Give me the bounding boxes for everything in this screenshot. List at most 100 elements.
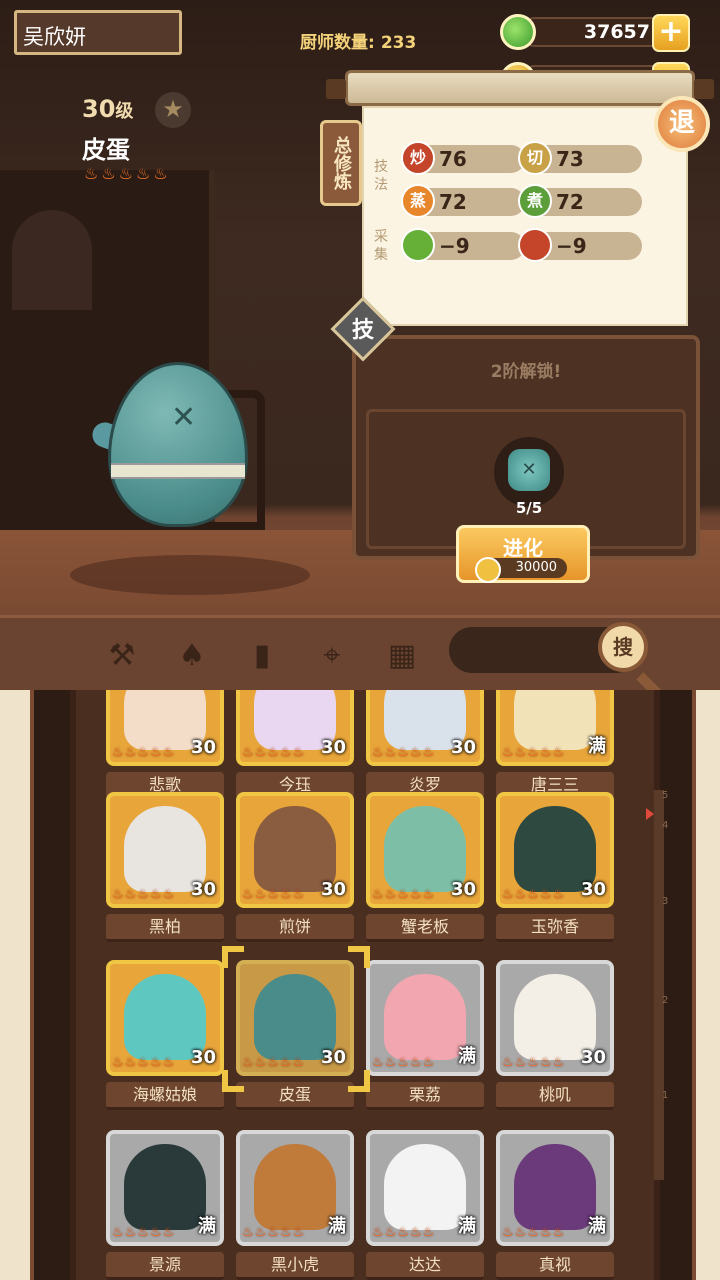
- token-count: 5/5: [515, 499, 543, 517]
- player-name[interactable]: 吴欣妍: [14, 10, 182, 55]
- ruler-pointer: [646, 808, 654, 820]
- add-jade-button[interactable]: +: [652, 14, 690, 52]
- chef-card[interactable]: ♨♨♨♨♨ 满景源: [106, 1130, 224, 1280]
- location-pin-icon[interactable]: ⌖: [312, 636, 352, 676]
- chef-portrait-frame: ♨♨♨♨♨ 满: [106, 1130, 224, 1246]
- selection-corner: [348, 1070, 370, 1092]
- stat-value: 76: [439, 147, 467, 171]
- chef-card-name: 栗荔: [366, 1082, 484, 1110]
- chef-portrait: [384, 1144, 466, 1230]
- shovel-icon[interactable]: ♠: [172, 636, 212, 676]
- rarity-flames: ♨♨♨♨♨: [242, 1055, 306, 1070]
- chef-portrait-frame: ♨♨♨♨♨ 30: [236, 960, 354, 1076]
- chef-card-name: 黑柏: [106, 914, 224, 942]
- chef-portrait-frame: ♨♨♨♨♨ 30: [106, 960, 224, 1076]
- skill-badge[interactable]: 技: [340, 312, 386, 344]
- chef-card[interactable]: ♨♨♨♨♨ 30 煎饼: [236, 792, 354, 942]
- chef-card[interactable]: ♨♨♨♨♨ 满真视: [496, 1130, 614, 1280]
- right-paper-wall: [692, 690, 720, 1280]
- chef-card[interactable]: ♨♨♨♨♨ 30 今珏: [236, 690, 354, 800]
- chef-level-unit: 级: [115, 101, 134, 122]
- rarity-flames: ♨♨♨♨♨: [242, 1225, 306, 1240]
- chef-card[interactable]: ♨♨♨♨♨ 30 蟹老板: [366, 792, 484, 942]
- chef-portrait-frame: ♨♨♨♨♨ 30: [236, 690, 354, 766]
- chef-card-level: 30: [450, 879, 476, 900]
- chef-card[interactable]: ♨♨♨♨♨ 30 炎罗: [366, 690, 484, 800]
- chef-card-level: 30: [580, 879, 606, 900]
- exit-button[interactable]: 退: [654, 96, 710, 152]
- chef-card[interactable]: ♨♨♨♨♨ 30 桃叽: [496, 960, 614, 1110]
- chef-count-label: 厨师数量:: [300, 33, 375, 53]
- unlock-text: 2阶解锁!: [490, 362, 562, 382]
- total-training-tag[interactable]: 总修炼: [320, 120, 362, 206]
- map-icon[interactable]: ▦: [382, 636, 422, 676]
- rarity-flames: ♨♨♨♨♨: [112, 887, 176, 902]
- chef-portrait: [514, 1144, 596, 1230]
- selection-corner: [222, 946, 244, 968]
- chef-card[interactable]: ♨♨♨♨♨ 满栗荔: [366, 960, 484, 1110]
- chef-card-level: 30: [320, 1047, 346, 1068]
- chef-card[interactable]: ♨♨♨♨♨ 30 皮蛋: [236, 960, 354, 1110]
- chef-card-level: 30: [320, 879, 346, 900]
- rarity-flames: ♨♨♨♨♨: [372, 745, 436, 760]
- chef-card-name: 景源: [106, 1252, 224, 1280]
- star-icon[interactable]: ★: [155, 92, 191, 128]
- chef-card-level: 30: [320, 737, 346, 758]
- stat-stirfry: 炒 76: [401, 141, 525, 175]
- stat-meat: −9: [518, 228, 642, 262]
- chef-portrait: [384, 974, 466, 1060]
- chef-card[interactable]: ♨♨♨♨♨ 满唐三三: [496, 690, 614, 800]
- left-paper-wall: [0, 690, 34, 1280]
- evolve-token[interactable]: ✕: [494, 437, 564, 507]
- rarity-flames: ♨♨♨♨♨: [372, 1055, 436, 1070]
- rarity-flames: ♨♨♨♨♨: [242, 745, 306, 760]
- chef-card[interactable]: ♨♨♨♨♨ 30 玉弥香: [496, 792, 614, 942]
- chef-count: 厨师数量: 233: [294, 28, 416, 53]
- chef-list[interactable]: ♨♨♨♨♨ 30 悲歌 ♨♨♨♨♨ 30 今珏 ♨♨♨♨♨ 30 炎罗 ♨♨♨♨♨ 满唐三三 ♨♨♨♨…: [70, 690, 660, 1280]
- chef-card-level: 满: [198, 1216, 216, 1237]
- spatula-icon[interactable]: ⚒: [102, 636, 142, 676]
- steam-icon: 蒸: [401, 184, 435, 218]
- stat-value: 72: [556, 190, 584, 214]
- rarity-flames: ♨♨♨♨♨: [372, 887, 436, 902]
- meat-icon: [518, 228, 552, 262]
- chef-portrait-frame: ♨♨♨♨♨ 满: [236, 1130, 354, 1246]
- chef-portrait-frame: ♨♨♨♨♨ 30: [106, 690, 224, 766]
- chef-card-level: 满: [588, 1216, 606, 1237]
- jar-icon[interactable]: ▮: [242, 636, 282, 676]
- chef-card-level: 30: [190, 1047, 216, 1068]
- evolve-button[interactable]: 进化 30000: [456, 525, 590, 583]
- character-shadow: [70, 555, 310, 595]
- chef-card-name: 煎饼: [236, 914, 354, 942]
- chef-card-name: 海螺姑娘: [106, 1082, 224, 1110]
- jade-icon: [500, 14, 536, 50]
- search-button[interactable]: 搜: [598, 622, 648, 672]
- rarity-flames: ♨♨♨♨♨: [112, 1225, 176, 1240]
- chef-card[interactable]: ♨♨♨♨♨ 30 黑柏: [106, 792, 224, 942]
- chef-name: 皮蛋: [82, 136, 130, 164]
- chef-card-name: 玉弥香: [496, 914, 614, 942]
- chef-card-name: 皮蛋: [236, 1082, 354, 1110]
- chef-portrait: [254, 1144, 336, 1230]
- chef-card[interactable]: ♨♨♨♨♨ 30 悲歌: [106, 690, 224, 800]
- chef-rarity-flames: ♨♨♨♨♨: [84, 164, 171, 183]
- chef-card[interactable]: ♨♨♨♨♨ 30 海螺姑娘: [106, 960, 224, 1110]
- chef-card-level: 满: [588, 736, 606, 757]
- stat-cut: 切 73: [518, 141, 642, 175]
- chef-card-level: 30: [580, 1047, 606, 1068]
- scroll-rod: [326, 70, 714, 106]
- rarity-flames: ♨♨♨♨♨: [372, 1225, 436, 1240]
- ruler-mark: 5: [662, 790, 669, 801]
- chef-card[interactable]: ♨♨♨♨♨ 满黑小虎: [236, 1130, 354, 1280]
- technique-label: 技法: [374, 159, 388, 193]
- chef-card[interactable]: ♨♨♨♨♨ 满达达: [366, 1130, 484, 1280]
- stat-value: 72: [439, 190, 467, 214]
- chef-level: 30级: [82, 95, 133, 123]
- ruler-mark: 1: [662, 1090, 669, 1101]
- chef-card-name: 黑小虎: [236, 1252, 354, 1280]
- chef-portrait-frame: ♨♨♨♨♨ 30: [106, 792, 224, 908]
- stat-vegetable: −9: [401, 228, 525, 262]
- scroll-ruler[interactable]: [654, 790, 664, 1180]
- selection-corner: [222, 1070, 244, 1092]
- rarity-flames: ♨♨♨♨♨: [112, 1055, 176, 1070]
